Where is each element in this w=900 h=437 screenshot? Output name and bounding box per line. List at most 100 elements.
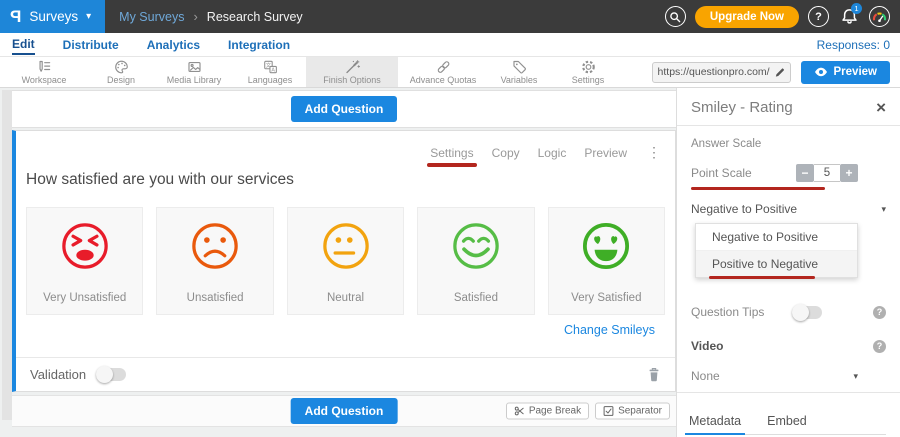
increment-button[interactable]: + bbox=[840, 164, 858, 182]
divider bbox=[677, 125, 900, 126]
validation-row: Validation bbox=[16, 357, 675, 391]
toolbar-workspace[interactable]: Workspace bbox=[0, 57, 88, 87]
smiley-very-unsatisfied[interactable]: Very Unsatisfied bbox=[26, 207, 143, 315]
help-button[interactable]: ? bbox=[808, 6, 829, 27]
tab-integration[interactable]: Integration bbox=[228, 35, 290, 54]
question-tab-copy[interactable]: Copy bbox=[492, 146, 520, 160]
breadcrumb-my-surveys[interactable]: My Surveys bbox=[119, 10, 184, 24]
direction-select[interactable]: Negative to Positive ▾ bbox=[691, 202, 886, 216]
page-break-button[interactable]: Page Break bbox=[506, 403, 589, 420]
smiley-unsatisfied[interactable]: Unsatisfied bbox=[156, 207, 273, 315]
surveys-menu[interactable]: P Surveys ▾ bbox=[0, 0, 105, 33]
smiley-label: Satisfied bbox=[454, 292, 498, 304]
page-break-label: Page Break bbox=[529, 406, 581, 417]
gauge-icon bbox=[872, 10, 887, 23]
point-scale-value[interactable]: 5 bbox=[814, 164, 840, 182]
toolbar-finish-options[interactable]: Finish Options bbox=[306, 57, 398, 87]
tab-embed[interactable]: Embed bbox=[767, 414, 807, 428]
decrement-button[interactable]: − bbox=[796, 164, 814, 182]
chevron-down-icon: ▾ bbox=[853, 371, 858, 382]
survey-url-input[interactable] bbox=[658, 66, 770, 78]
svg-text:A: A bbox=[271, 67, 275, 73]
kebab-menu-icon[interactable]: ⋮ bbox=[647, 144, 661, 161]
toolbar-design[interactable]: Design bbox=[88, 57, 154, 87]
search-icon bbox=[669, 11, 681, 23]
change-smileys-link[interactable]: Change Smileys bbox=[564, 323, 655, 337]
notifications-button[interactable]: 1 bbox=[838, 6, 860, 28]
close-icon[interactable]: × bbox=[876, 99, 886, 116]
question-tips-row: Question Tips ? bbox=[691, 305, 886, 319]
pencil-icon[interactable] bbox=[774, 67, 785, 78]
breadcrumb-separator-icon: › bbox=[193, 9, 197, 24]
survey-nav: Edit Distribute Analytics Integration Re… bbox=[0, 33, 900, 57]
satisfied-smiley-icon bbox=[450, 220, 502, 272]
answer-scale-heading: Answer Scale bbox=[691, 138, 886, 150]
divider bbox=[677, 392, 900, 393]
add-question-band-bottom: Add Question Page Break Separator bbox=[12, 395, 676, 427]
topbar-actions: Upgrade Now ? 1 bbox=[665, 6, 900, 28]
survey-url-box bbox=[652, 62, 791, 83]
question-tab-logic[interactable]: Logic bbox=[538, 146, 567, 160]
neutral-smiley-icon bbox=[320, 220, 372, 272]
questionpro-logo: P bbox=[10, 7, 21, 27]
video-label: Video bbox=[691, 339, 723, 353]
toolbar-right: Preview bbox=[652, 57, 900, 87]
workspace-icon bbox=[36, 59, 53, 75]
scissors-icon bbox=[514, 406, 525, 417]
toolbar-label: Media Library bbox=[167, 75, 222, 85]
question-tips-toggle[interactable] bbox=[792, 306, 822, 319]
annotation-underline bbox=[427, 163, 476, 167]
add-question-button-bottom[interactable]: Add Question bbox=[291, 398, 398, 424]
tab-metadata[interactable]: Metadata bbox=[689, 414, 741, 428]
toolbar-settings[interactable]: Settings bbox=[550, 57, 626, 87]
very-unsatisfied-smiley-icon bbox=[59, 220, 111, 272]
help-icon[interactable]: ? bbox=[873, 306, 886, 319]
tab-analytics[interactable]: Analytics bbox=[147, 35, 200, 54]
annotation-underline bbox=[691, 187, 825, 191]
smiley-satisfied[interactable]: Satisfied bbox=[417, 207, 534, 315]
toggle-knob bbox=[96, 366, 113, 383]
validation-toggle[interactable] bbox=[96, 368, 126, 381]
breadcrumb: My Surveys › Research Survey bbox=[119, 9, 303, 24]
account-gauge-button[interactable] bbox=[869, 6, 890, 27]
preview-button[interactable]: Preview bbox=[801, 61, 890, 84]
smiley-very-satisfied[interactable]: Very Satisfied bbox=[548, 207, 665, 315]
validation-label: Validation bbox=[30, 367, 86, 382]
tab-edit[interactable]: Edit bbox=[12, 34, 35, 55]
trash-icon[interactable] bbox=[647, 367, 661, 382]
tab-distribute[interactable]: Distribute bbox=[63, 35, 119, 54]
help-icon[interactable]: ? bbox=[873, 340, 886, 353]
search-button[interactable] bbox=[665, 6, 686, 27]
upgrade-now-button[interactable]: Upgrade Now bbox=[695, 6, 799, 28]
question-title[interactable]: How satisfied are you with our services bbox=[26, 171, 294, 189]
toolbar-label: Variables bbox=[501, 75, 538, 85]
responses-count[interactable]: Responses: 0 bbox=[817, 38, 890, 52]
smiley-neutral[interactable]: Neutral bbox=[287, 207, 404, 315]
main-area: Add Question Settings Copy Logic Preview… bbox=[0, 88, 900, 437]
add-question-button-top[interactable]: Add Question bbox=[291, 96, 398, 122]
translate-icon: 文A bbox=[262, 59, 279, 75]
toolbar-label: Finish Options bbox=[323, 75, 381, 85]
annotation-underline bbox=[709, 276, 815, 280]
point-scale-stepper: − 5 + bbox=[796, 164, 858, 182]
add-question-band-top: Add Question bbox=[12, 90, 676, 128]
smiley-options: Very Unsatisfied Unsatisfied bbox=[26, 207, 665, 315]
question-tab-preview[interactable]: Preview bbox=[584, 146, 627, 160]
separator-label: Separator bbox=[618, 406, 662, 417]
toolbar-media-library[interactable]: Media Library bbox=[154, 57, 234, 87]
chevron-down-icon: ▾ bbox=[86, 11, 91, 22]
toolbar-languages[interactable]: 文A Languages bbox=[234, 57, 306, 87]
settings-tab-label: Settings bbox=[430, 146, 473, 160]
toolbar-label: Languages bbox=[248, 75, 293, 85]
left-gutter bbox=[2, 90, 12, 420]
option-positive-to-negative[interactable]: Positive to Negative bbox=[696, 250, 857, 277]
option-negative-to-positive[interactable]: Negative to Positive bbox=[696, 224, 857, 250]
page-controls: Page Break Separator bbox=[506, 403, 670, 420]
toolbar-advance-quotas[interactable]: Advance Quotas bbox=[398, 57, 488, 87]
image-icon bbox=[186, 59, 203, 75]
toolbar-variables[interactable]: Variables bbox=[488, 57, 550, 87]
point-scale-label: Point Scale bbox=[691, 166, 752, 180]
video-select[interactable]: None ▾ bbox=[691, 369, 886, 383]
separator-button[interactable]: Separator bbox=[595, 403, 670, 420]
question-tab-settings[interactable]: Settings bbox=[430, 146, 473, 160]
